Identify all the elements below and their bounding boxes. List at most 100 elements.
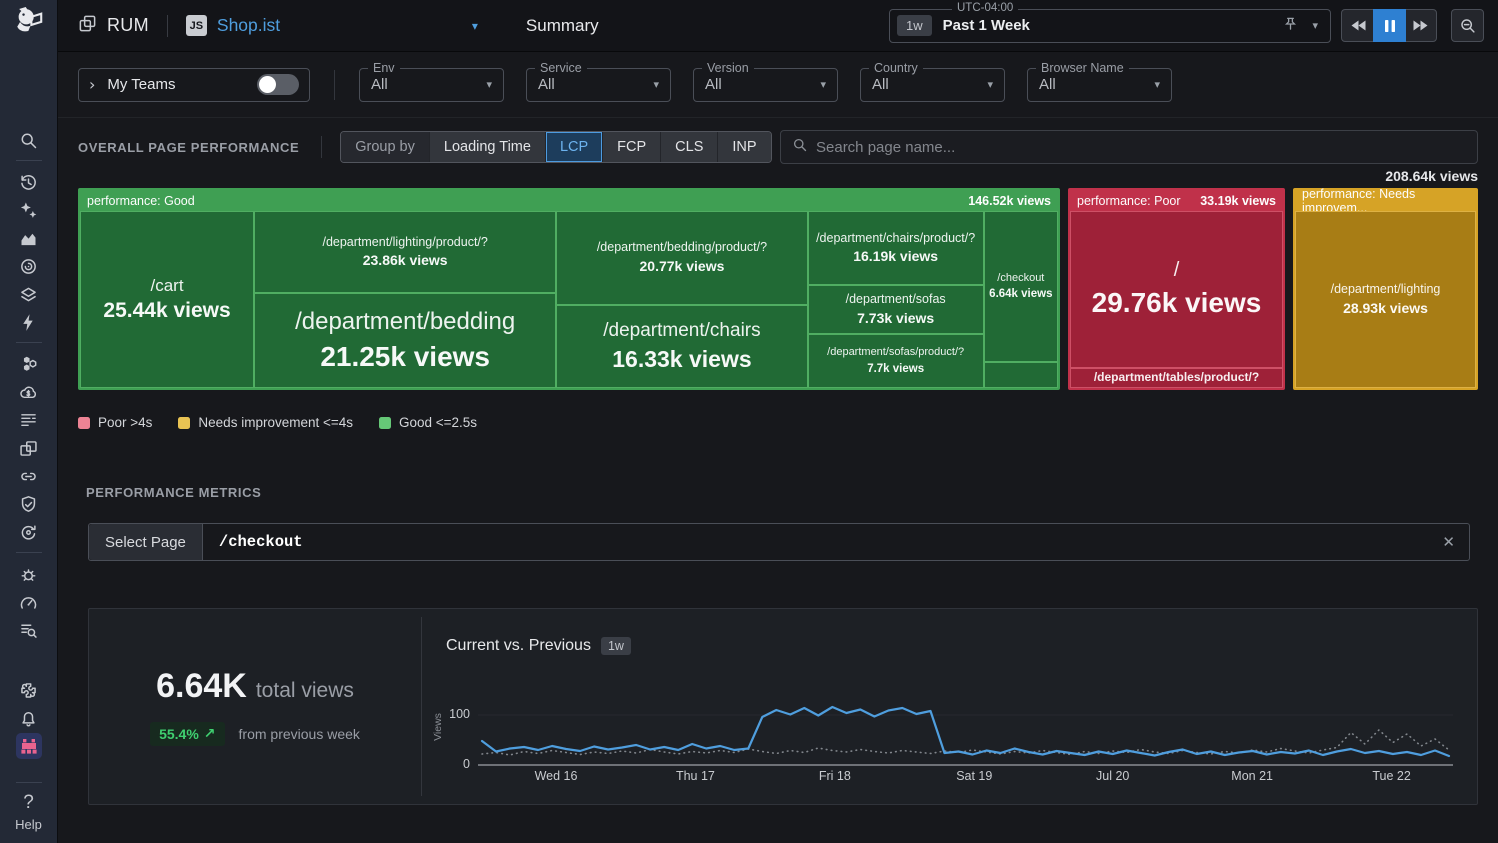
chart-title: Current vs. Previous bbox=[446, 637, 591, 655]
audit-trail-icon bbox=[18, 620, 39, 641]
treemap-cell[interactable]: /29.76k views bbox=[1070, 211, 1283, 368]
sidebar-item-service-management[interactable] bbox=[10, 588, 48, 616]
filter-label: Version bbox=[702, 61, 754, 75]
zoom-out-button[interactable] bbox=[1451, 9, 1484, 42]
logs-icon bbox=[18, 410, 39, 431]
notifications-icon bbox=[18, 708, 39, 729]
filter-browser-name[interactable]: Browser NameAll▾ bbox=[1027, 68, 1172, 102]
page-title: Summary bbox=[526, 16, 599, 36]
tab-loading-time[interactable]: Loading Time bbox=[429, 132, 545, 162]
datadog-dog-icon bbox=[12, 6, 46, 38]
treemap-cell[interactable]: /department/bedding/product/?20.77k view… bbox=[556, 211, 807, 305]
metrics-icon bbox=[18, 228, 39, 249]
page-search[interactable] bbox=[780, 130, 1478, 164]
sidebar-item-error-tracking[interactable] bbox=[10, 560, 48, 588]
sidebar-item-user-avatar[interactable] bbox=[10, 732, 48, 760]
legend-label: Poor >4s bbox=[98, 415, 152, 430]
service-selector[interactable]: JS Shop.ist ▾ bbox=[186, 15, 478, 36]
help-button[interactable]: ? Help bbox=[0, 792, 57, 832]
fast-forward-button[interactable] bbox=[1404, 9, 1437, 42]
time-range-label: Past 1 Week bbox=[943, 17, 1030, 34]
sidebar-divider bbox=[16, 160, 42, 161]
chart-area: Current vs. Previous 1w Views 0100 Wed 1… bbox=[422, 609, 1477, 804]
tab-fcp[interactable]: FCP bbox=[602, 132, 660, 162]
sidebar-item-cloud-cost[interactable] bbox=[10, 378, 48, 406]
pause-button[interactable] bbox=[1373, 9, 1406, 42]
sidebar-item-search[interactable] bbox=[10, 126, 48, 154]
sidebar-item-events[interactable] bbox=[10, 308, 48, 336]
filter-bar: › My Teams EnvAll▾ ServiceAll▾ VersionAll▾… bbox=[58, 52, 1498, 118]
my-teams-label: My Teams bbox=[107, 76, 175, 93]
ci-cd-icon bbox=[18, 522, 39, 543]
time-range-picker[interactable]: UTC-04:00 1w Past 1 Week ▾ bbox=[889, 9, 1331, 43]
select-page-label: Select Page bbox=[89, 524, 203, 560]
rewind-button[interactable] bbox=[1341, 9, 1374, 42]
x-tick-label: Wed 16 bbox=[516, 769, 596, 783]
legend-item[interactable]: Poor >4s bbox=[78, 415, 152, 430]
integrations-icon bbox=[18, 680, 39, 701]
tab-lcp[interactable]: LCP bbox=[545, 132, 602, 162]
chevron-down-icon[interactable]: ▾ bbox=[1312, 19, 1318, 32]
zoom-out-icon bbox=[1459, 17, 1476, 34]
sidebar-item-logs[interactable] bbox=[10, 406, 48, 434]
section-divider bbox=[321, 136, 322, 158]
datadog-logo[interactable] bbox=[0, 6, 57, 38]
legend-item[interactable]: Needs improvement <=4s bbox=[178, 415, 353, 430]
sidebar-item-security[interactable] bbox=[10, 490, 48, 518]
filter-country[interactable]: CountryAll▾ bbox=[860, 68, 1005, 102]
sidebar-item-history[interactable] bbox=[10, 168, 48, 196]
close-icon[interactable]: ✕ bbox=[1428, 533, 1469, 551]
search-input[interactable] bbox=[816, 139, 1466, 156]
treemap-cell[interactable]: /checkout6.64k views bbox=[984, 211, 1058, 362]
pin-icon[interactable] bbox=[1283, 16, 1298, 36]
filter-service[interactable]: ServiceAll▾ bbox=[526, 68, 671, 102]
treemap-cell[interactable]: /department/tables/product/? bbox=[1070, 368, 1283, 388]
treemap-cell[interactable]: /department/lighting/product/?23.86k vie… bbox=[254, 211, 556, 293]
tab-inp[interactable]: INP bbox=[717, 132, 770, 162]
my-teams-switch[interactable] bbox=[257, 74, 299, 95]
treemap-cell[interactable]: /department/lighting28.93k views bbox=[1295, 211, 1476, 388]
treemap-cell[interactable]: /department/chairs16.33k views bbox=[556, 305, 807, 388]
treemap-cell[interactable]: /department/bedding21.25k views bbox=[254, 293, 556, 388]
total-views-suffix: total views bbox=[256, 679, 354, 703]
treemap-cell[interactable]: /department/chairs/product/?16.19k views bbox=[808, 211, 984, 285]
sidebar-item-ci-cd[interactable] bbox=[10, 518, 48, 546]
tab-cls[interactable]: CLS bbox=[660, 132, 717, 162]
sidebar-item-audit-trail[interactable] bbox=[10, 616, 48, 644]
sidebar-item-integrations[interactable] bbox=[10, 676, 48, 704]
treemap-cell[interactable]: /cart25.44k views bbox=[80, 211, 254, 388]
pause-icon bbox=[1384, 19, 1396, 33]
sidebar-item-dashboards[interactable] bbox=[10, 252, 48, 280]
sidebar-item-infrastructure[interactable] bbox=[10, 280, 48, 308]
sidebar-item-watchdog[interactable] bbox=[10, 196, 48, 224]
filter-value: All bbox=[538, 76, 555, 93]
filter-env[interactable]: EnvAll▾ bbox=[359, 68, 504, 102]
my-teams-control[interactable]: › My Teams bbox=[78, 68, 310, 102]
select-page-bar[interactable]: Select Page /checkout ✕ bbox=[88, 523, 1470, 561]
sidebar-item-rum[interactable] bbox=[10, 434, 48, 462]
treemap-cell[interactable]: /department/sofas 7.73k views bbox=[808, 285, 984, 334]
total-views-stats: 6.64K total views 55.4%↗ from previous w… bbox=[89, 609, 421, 804]
chevron-right-icon: › bbox=[89, 75, 95, 94]
sidebar-item-synthetics[interactable] bbox=[10, 462, 48, 490]
legend-swatch bbox=[78, 417, 90, 429]
sidebar-item-apm[interactable] bbox=[10, 350, 48, 378]
legend-item[interactable]: Good <=2.5s bbox=[379, 415, 477, 430]
treemap-group: performance: Needs improvem.../departmen… bbox=[1293, 188, 1478, 390]
topbar-divider bbox=[167, 15, 168, 37]
selected-page-value: /checkout bbox=[219, 533, 1429, 551]
playback-controls bbox=[1341, 9, 1437, 42]
x-tick-label: Mon 21 bbox=[1212, 769, 1292, 783]
security-icon bbox=[18, 494, 39, 515]
up-right-arrow-icon: ↗ bbox=[204, 726, 216, 742]
sidebar-item-notifications[interactable] bbox=[10, 704, 48, 732]
treemap-cell-label: /department/sofas bbox=[846, 292, 946, 308]
filter-version[interactable]: VersionAll▾ bbox=[693, 68, 838, 102]
sidebar-item-metrics[interactable] bbox=[10, 224, 48, 252]
total-views-value: 6.64K bbox=[156, 667, 247, 706]
treemap-group-header: performance: Needs improvem... bbox=[1295, 190, 1476, 211]
treemap-cell[interactable]: /department/sofas/product/?7.7k views bbox=[808, 334, 984, 388]
treemap-cell-label: /department/chairs/product/? bbox=[816, 231, 975, 247]
treemap-cell[interactable] bbox=[984, 362, 1058, 388]
treemap-cell-views: 7.73k views bbox=[857, 310, 934, 328]
